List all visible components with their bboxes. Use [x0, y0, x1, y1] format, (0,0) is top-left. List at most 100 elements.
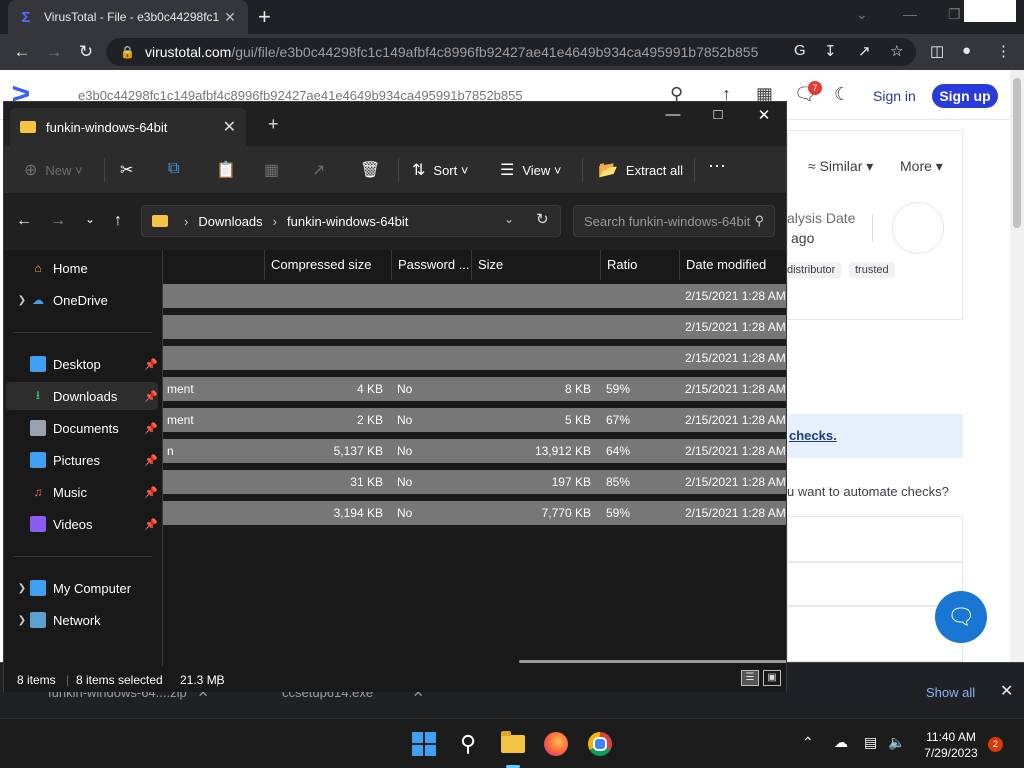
rename-icon[interactable]: ▦ [264, 160, 287, 180]
reload-icon[interactable]: ↻ [74, 41, 98, 63]
sidebar-item-my-computer[interactable]: ❯ My Computer [6, 574, 158, 602]
view-button[interactable]: ☰ View ˅ [500, 160, 562, 180]
more-options-icon[interactable]: ⋯ [708, 156, 726, 177]
column-header-date[interactable]: Date modified [679, 250, 786, 280]
chrome-taskbar-icon[interactable] [584, 728, 616, 760]
chevron-right-icon[interactable]: ❯ [14, 295, 30, 306]
sort-button[interactable]: ⇅ Sort ˅ [412, 160, 468, 180]
side-panel-icon[interactable]: ◫ [930, 42, 944, 60]
firefox-taskbar-icon[interactable] [540, 728, 572, 760]
table-row[interactable]: ment 4 KB No 8 KB 59% 2/15/2021 1:28 AM [163, 377, 786, 401]
sidebar-item-desktop[interactable]: Desktop 📌 [6, 350, 158, 378]
horizontal-scrollbar[interactable] [519, 660, 786, 663]
tab-search-icon[interactable]: ⌄ [856, 6, 868, 23]
back-icon[interactable]: ← [10, 41, 34, 63]
forward-icon[interactable]: → [48, 212, 68, 230]
tag-trusted[interactable]: trusted [849, 262, 895, 278]
more-dropdown[interactable]: More ▾ [900, 158, 943, 175]
show-all-link[interactable]: Show all [926, 685, 975, 700]
sign-up-button[interactable]: Sign up [932, 84, 998, 108]
new-tab-button[interactable]: + [268, 114, 279, 135]
sidebar-item-onedrive[interactable]: ❯ ☁ OneDrive [6, 286, 158, 314]
sidebar-item-music[interactable]: ♫ Music 📌 [6, 478, 159, 506]
share-icon[interactable]: ↗ [858, 42, 871, 60]
chevron-right-icon[interactable]: ❯ [14, 583, 30, 594]
table-row[interactable]: 2/15/2021 1:28 AM [163, 315, 786, 339]
new-tab-button[interactable]: + [258, 6, 271, 28]
install-icon[interactable]: ↧ [824, 42, 837, 60]
notification-badge[interactable]: 2 [988, 737, 1003, 752]
new-button[interactable]: ⊕ New ˅ [24, 160, 83, 180]
sidebar-item-pictures[interactable]: Pictures 📌 [6, 446, 158, 474]
address-dropdown-icon[interactable]: ⌄ [504, 212, 514, 226]
chevron-right-icon[interactable]: ❯ [14, 615, 30, 626]
google-icon[interactable]: G [794, 42, 806, 59]
address-breadcrumb[interactable]: › Downloads › funkin-windows-64bit [141, 205, 561, 237]
checks-link[interactable]: checks. [789, 428, 837, 443]
file-explorer-taskbar-icon[interactable] [497, 728, 529, 760]
sidebar-item-home[interactable]: ⌂ Home [6, 254, 158, 282]
maximize-icon[interactable]: □ [703, 106, 733, 123]
bookmark-star-icon[interactable]: ☆ [890, 42, 903, 60]
sidebar-item-videos[interactable]: Videos 📌 [6, 510, 158, 538]
copy-icon[interactable]: ⧉ [168, 160, 187, 178]
close-tab-icon[interactable]: ✕ [222, 9, 238, 26]
similar-dropdown[interactable]: ≈ Similar ▾ [808, 158, 873, 175]
maximize-icon[interactable]: ❐ [948, 6, 961, 23]
details-view-icon[interactable]: ☰ [741, 670, 759, 686]
refresh-icon[interactable]: ↻ [536, 210, 549, 228]
breadcrumb-current[interactable]: funkin-windows-64bit [287, 214, 408, 229]
cell-ratio: 85% [606, 475, 631, 489]
close-icon[interactable]: ✕ [749, 106, 779, 124]
forward-icon[interactable]: → [42, 41, 66, 63]
sidebar-item-downloads[interactable]: ⭳ Downloads 📌 [6, 382, 158, 410]
volume-icon[interactable]: 🔈 [888, 734, 905, 751]
table-row[interactable]: ment 2 KB No 5 KB 67% 2/15/2021 1:28 AM [163, 408, 786, 432]
minimize-icon[interactable]: — [903, 6, 917, 22]
breadcrumb-downloads[interactable]: Downloads [198, 214, 262, 229]
cloud-offline-icon[interactable]: ☁ [834, 734, 848, 751]
tray-chevron-icon[interactable]: ⌃ [802, 734, 814, 751]
extract-all-button[interactable]: 📂 Extract all [598, 160, 683, 180]
close-tab-icon[interactable]: ✕ [223, 117, 236, 137]
column-header-password[interactable]: Password ... [391, 250, 477, 280]
minimize-icon[interactable]: — [658, 106, 688, 123]
scrollbar-thumb[interactable] [1013, 78, 1021, 228]
table-row[interactable]: 3,194 KB No 7,770 KB 59% 2/15/2021 1:28 AM [163, 501, 786, 525]
paste-icon[interactable]: 📋 [216, 160, 244, 180]
search-taskbar-icon[interactable]: ⚲ [452, 728, 484, 760]
clock[interactable]: 11:40 AM 7/29/2023 [914, 729, 988, 761]
search-input[interactable] [584, 213, 755, 229]
profile-icon[interactable]: ● [962, 42, 971, 59]
sidebar-item-documents[interactable]: Documents 📌 [6, 414, 158, 442]
share-icon[interactable]: ↗ [312, 160, 333, 180]
table-row[interactable]: 31 KB No 197 KB 85% 2/15/2021 1:28 AM [163, 470, 786, 494]
back-icon[interactable]: ← [14, 212, 34, 230]
tag-distributor[interactable]: distributor [781, 262, 842, 278]
tiles-view-icon[interactable]: ▣ [763, 670, 781, 686]
sidebar-item-network[interactable]: ❯ Network [6, 606, 158, 634]
table-row[interactable]: 2/15/2021 1:28 AM [163, 346, 786, 370]
browser-tab-virustotal[interactable]: Σ VirusTotal - File - e3b0c44298fc1 ✕ [8, 0, 248, 34]
chat-icon[interactable]: 🗨 [935, 591, 987, 643]
search-box[interactable]: ⚲ [573, 205, 775, 237]
explorer-tab[interactable]: funkin-windows-64bit ✕ [10, 108, 246, 146]
column-header-compressed[interactable]: Compressed size [264, 250, 392, 280]
recent-locations-icon[interactable]: ⌄ [80, 212, 100, 226]
start-button[interactable] [408, 728, 440, 760]
delete-icon[interactable]: 🗑 [360, 160, 388, 180]
sign-in-link[interactable]: Sign in [873, 88, 916, 104]
table-row[interactable]: 2/15/2021 1:28 AM [163, 284, 786, 308]
cell-compressed: 5,137 KB [333, 444, 383, 458]
chrome-menu-icon[interactable]: ⋮ [996, 42, 1011, 60]
cut-icon[interactable]: ✂ [120, 160, 141, 180]
close-download-bar-icon[interactable]: ✕ [1000, 681, 1013, 701]
column-header-ratio[interactable]: Ratio [600, 250, 678, 280]
cell-date: 2/15/2021 1:28 AM [685, 351, 786, 365]
up-icon[interactable]: ↑ [108, 212, 128, 230]
column-header-size[interactable]: Size [471, 250, 601, 280]
page-scrollbar[interactable] [1010, 70, 1024, 662]
dark-mode-icon[interactable]: ☾ [834, 84, 850, 105]
network-icon[interactable]: ▤ [864, 734, 877, 751]
table-row[interactable]: n 5,137 KB No 13,912 KB 64% 2/15/2021 1:28 AM [163, 439, 786, 463]
